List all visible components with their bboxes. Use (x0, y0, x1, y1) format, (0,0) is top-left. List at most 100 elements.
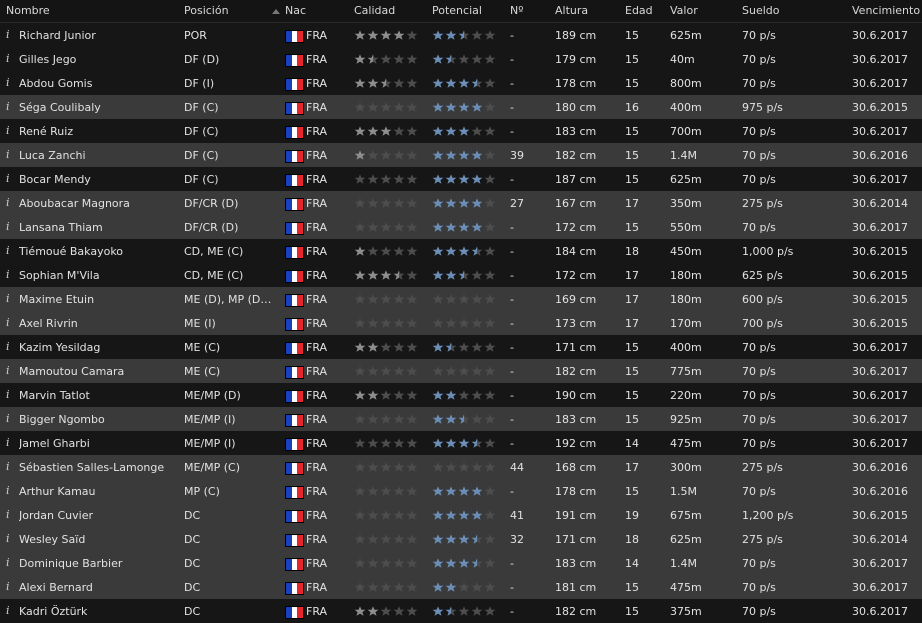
table-row[interactable]: i Jordan Cuvier DC FRA 41 191 cm 19 675m 1,200 p… (0, 503, 922, 527)
player-info-icon[interactable]: i (6, 436, 10, 449)
column-header-quality[interactable]: Calidad (354, 4, 395, 17)
column-header-expiry[interactable]: Vencimiento (852, 4, 920, 17)
player-info-icon[interactable]: i (6, 124, 10, 137)
column-header-potential[interactable]: Potencial (432, 4, 482, 17)
player-name[interactable]: Kazim Yesildag (19, 341, 179, 354)
player-name[interactable]: Wesley Saïd (19, 533, 179, 546)
player-name[interactable]: Bocar Mendy (19, 173, 179, 186)
player-name[interactable]: Jordan Cuvier (19, 509, 179, 522)
player-name[interactable]: Gilles Jego (19, 53, 179, 66)
player-name[interactable]: Bigger Ngombo (19, 413, 179, 426)
column-header-age[interactable]: Edad (625, 4, 653, 17)
player-info-icon[interactable]: i (6, 220, 10, 233)
column-header-nationality[interactable]: Nac (285, 4, 306, 17)
table-row[interactable]: i Sébastien Salles-Lamonge ME/MP (C) FRA 44 1… (0, 455, 922, 479)
player-nationality: FRA (306, 221, 328, 234)
player-name[interactable]: Alexi Bernard (19, 581, 179, 594)
player-height: 167 cm (555, 197, 597, 210)
player-info-icon[interactable]: i (6, 604, 10, 617)
table-row[interactable]: i Lansana Thiam DF/CR (D) FRA - 172 cm 15 550m 7… (0, 215, 922, 239)
player-name[interactable]: Mamoutou Camara (19, 365, 179, 378)
table-row[interactable]: i René Ruiz DF (C) FRA - 183 cm 15 700m 70 p/s 30… (0, 119, 922, 143)
star-icon (471, 438, 483, 448)
player-info-icon[interactable]: i (6, 148, 10, 161)
player-contract-expiry: 30.6.2015 (852, 269, 908, 282)
player-name[interactable]: Arthur Kamau (19, 485, 179, 498)
player-name[interactable]: Luca Zanchi (19, 149, 179, 162)
star-icon (471, 390, 483, 400)
table-row[interactable]: i Sophian M'Vila CD, ME (C) FRA - 172 cm 17 180… (0, 263, 922, 287)
player-info-icon[interactable]: i (6, 28, 10, 41)
player-info-icon[interactable]: i (6, 316, 10, 329)
potential-stars (432, 246, 496, 256)
player-name[interactable]: Séga Coulibaly (19, 101, 179, 114)
star-icon (458, 150, 470, 160)
player-info-icon[interactable]: i (6, 364, 10, 377)
table-row[interactable]: i Aboubacar Magnora DF/CR (D) FRA 27 167 cm 17… (0, 191, 922, 215)
player-info-icon[interactable]: i (6, 556, 10, 569)
player-name[interactable]: Aboubacar Magnora (19, 197, 179, 210)
table-row[interactable]: i Séga Coulibaly DF (C) FRA - 180 cm 16 400m 975… (0, 95, 922, 119)
table-row[interactable]: i Marvin Tatlot ME/MP (D) FRA - 190 cm 15 220m 7… (0, 383, 922, 407)
table-row[interactable]: i Dominique Barbier DC FRA - 183 cm 14 1.4M 70 p… (0, 551, 922, 575)
player-info-icon[interactable]: i (6, 52, 10, 65)
france-flag-icon (285, 438, 304, 451)
table-row[interactable]: i Luca Zanchi DF (C) FRA 39 182 cm 15 1.4M 70 p/… (0, 143, 922, 167)
player-name[interactable]: Abdou Gomis (19, 77, 179, 90)
table-row[interactable]: i Abdou Gomis DF (I) FRA - 178 cm 15 800m 70 p/s… (0, 71, 922, 95)
player-name[interactable]: Tiémoué Bakayoko (19, 245, 179, 258)
column-header-number[interactable]: Nº (510, 4, 523, 17)
player-info-icon[interactable]: i (6, 172, 10, 185)
player-info-icon[interactable]: i (6, 196, 10, 209)
player-info-icon[interactable]: i (6, 580, 10, 593)
player-contract-expiry: 30.6.2017 (852, 581, 908, 594)
player-info-icon[interactable]: i (6, 388, 10, 401)
table-row[interactable]: i Gilles Jego DF (D) FRA - 179 cm 15 40m 70 p/s 3… (0, 47, 922, 71)
table-row[interactable]: i Maxime Etuin ME (D), MP (D… FRA - 169 cm 17 1… (0, 287, 922, 311)
player-info-icon[interactable]: i (6, 244, 10, 257)
table-row[interactable]: i Arthur Kamau MP (C) FRA - 178 cm 15 1.5M 70 p/… (0, 479, 922, 503)
player-info-icon[interactable]: i (6, 76, 10, 89)
player-info-icon[interactable]: i (6, 268, 10, 281)
player-name[interactable]: Sophian M'Vila (19, 269, 179, 282)
player-name[interactable]: Kadri Öztürk (19, 605, 179, 618)
table-row[interactable]: i Jamel Gharbi ME/MP (I) FRA - 192 cm 14 475m 70… (0, 431, 922, 455)
column-header-height[interactable]: Altura (555, 4, 588, 17)
table-row[interactable]: i Kazim Yesildag ME (C) FRA - 171 cm 15 400m 70 … (0, 335, 922, 359)
table-row[interactable]: i Wesley Saïd DC FRA 32 171 cm 18 625m 275 p/s 30… (0, 527, 922, 551)
player-name[interactable]: Sébastien Salles-Lamonge (19, 461, 179, 474)
player-name[interactable]: Axel Rivrin (19, 317, 179, 330)
column-header-position[interactable]: Posición (184, 4, 229, 17)
column-header-value[interactable]: Valor (670, 4, 698, 17)
france-flag-icon (285, 294, 304, 307)
table-row[interactable]: i Mamoutou Camara ME (C) FRA - 182 cm 15 775m 70… (0, 359, 922, 383)
table-row[interactable]: i Tiémoué Bakayoko CD, ME (C) FRA - 184 cm 18 4… (0, 239, 922, 263)
player-info-icon[interactable]: i (6, 412, 10, 425)
player-name[interactable]: Dominique Barbier (19, 557, 179, 570)
table-row[interactable]: i Alexi Bernard DC FRA - 181 cm 15 475m 70 p/s 30… (0, 575, 922, 599)
player-info-icon[interactable]: i (6, 508, 10, 521)
player-number: - (510, 437, 514, 450)
column-header-wage[interactable]: Sueldo (742, 4, 780, 17)
sort-ascending-icon[interactable] (272, 9, 280, 14)
table-row[interactable]: i Axel Rivrin ME (I) FRA - 173 cm 17 170m 700 p/… (0, 311, 922, 335)
player-name[interactable]: Jamel Gharbi (19, 437, 179, 450)
player-info-icon[interactable]: i (6, 100, 10, 113)
player-name[interactable]: Maxime Etuin (19, 293, 179, 306)
player-name[interactable]: René Ruiz (19, 125, 179, 138)
table-row[interactable]: i Bocar Mendy DF (C) FRA - 187 cm 15 625m 70 p/s… (0, 167, 922, 191)
player-info-icon[interactable]: i (6, 340, 10, 353)
table-row[interactable]: i Bigger Ngombo ME/MP (I) FRA - 183 cm 15 925m 7… (0, 407, 922, 431)
player-name[interactable]: Marvin Tatlot (19, 389, 179, 402)
star-icon (406, 222, 418, 232)
player-info-icon[interactable]: i (6, 460, 10, 473)
table-row[interactable]: i Kadri Öztürk DC FRA - 182 cm 15 375m 70 p/s 30.… (0, 599, 922, 623)
star-icon (354, 606, 366, 616)
player-name[interactable]: Richard Junior (19, 29, 179, 42)
player-info-icon[interactable]: i (6, 532, 10, 545)
column-header-name[interactable]: Nombre (6, 4, 50, 17)
player-name[interactable]: Lansana Thiam (19, 221, 179, 234)
player-info-icon[interactable]: i (6, 484, 10, 497)
player-info-icon[interactable]: i (6, 292, 10, 305)
table-row[interactable]: i Richard Junior POR FRA - 189 cm 15 625m 70 p/s… (0, 23, 922, 47)
